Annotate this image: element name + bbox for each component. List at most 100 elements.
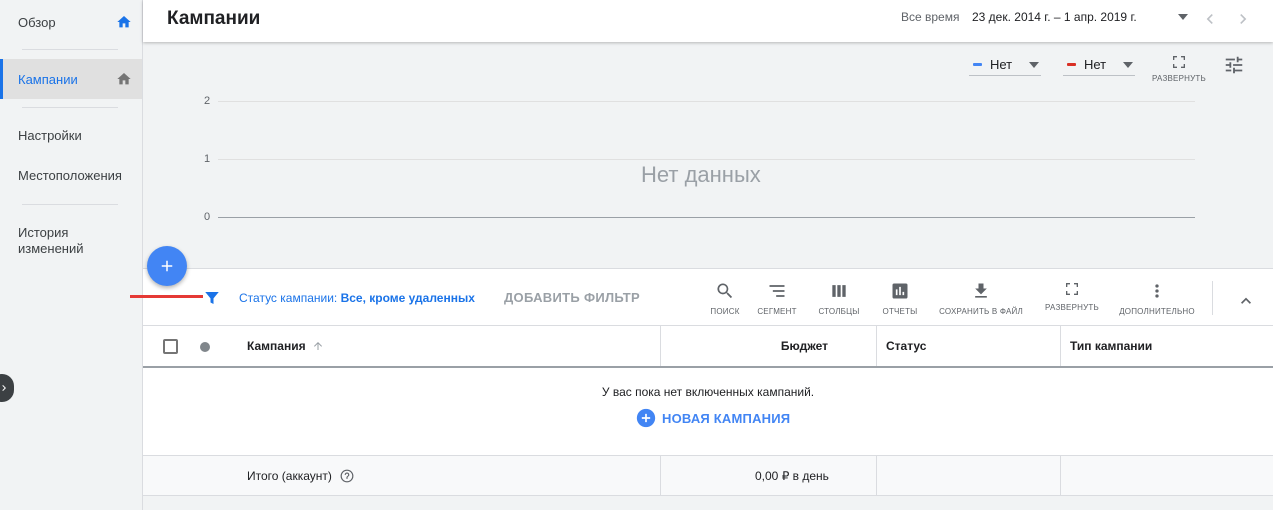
next-period-button[interactable] [1233,9,1253,29]
expand-chart-label: РАЗВЕРНУТЬ [1152,74,1206,83]
previous-period-button[interactable] [1200,9,1220,29]
campaign-status-filter[interactable]: Статус кампании: Все, кроме удаленных [239,291,475,305]
x-axis-baseline [218,217,1195,218]
column-header-label: Статус [886,339,927,353]
more-options-button[interactable]: ДОПОЛНИТЕЛЬНО [1119,281,1195,316]
caret-down-icon [1123,62,1133,68]
y-axis-tick: 2 [204,95,211,107]
expand-sidebar-button[interactable] [0,374,14,402]
create-button[interactable] [147,246,187,286]
search-icon [715,281,735,301]
total-label-text: Итого (аккаунт) [247,469,332,483]
annotation-underline [130,295,203,298]
column-divider [660,456,661,496]
caret-down-icon [1029,62,1039,68]
sidebar-item-label: Настройки [18,127,82,143]
segment-label: СЕГМЕНТ [757,307,797,316]
gridline [218,159,1195,160]
column-header-label: Бюджет [780,339,828,353]
sidebar-item-label: Местоположения [18,167,122,183]
more-options-label: ДОПОЛНИТЕЛЬНО [1119,307,1195,316]
toolbar-divider [1212,281,1213,315]
column-header-label: Кампания [247,339,306,353]
metric-selector-value: Нет [1084,57,1107,72]
nav-divider [22,49,118,50]
column-divider [876,326,877,366]
performance-chart: Нет Нет РАЗВЕРНУТЬ 2 1 0 Нет данных [143,42,1273,268]
column-divider [1060,456,1061,496]
sidebar-item-label: Обзор [18,14,56,30]
reports-label: ОТЧЕТЫ [882,307,918,316]
bar-chart-icon [890,281,910,301]
new-campaign-button[interactable]: НОВАЯ КАМПАНИЯ [630,408,790,428]
metric-color-line [1067,63,1076,66]
sidebar-item-change-history[interactable]: История изменений [0,222,120,260]
date-range-label: Все время [901,10,960,24]
sidebar-item-locations[interactable]: Местоположения [0,158,142,192]
arrow-up-icon [312,340,324,352]
caret-down-icon[interactable] [1178,14,1188,20]
y-axis-tick: 1 [204,153,211,165]
tune-icon[interactable] [1223,54,1245,76]
sidebar-item-overview[interactable]: Обзор [0,4,142,40]
columns-icon [829,281,849,301]
metric-color-line [973,63,982,66]
chevron-right-icon [0,382,10,394]
column-header-status[interactable]: Статус [886,326,926,366]
date-range-selector[interactable]: 23 дек. 2014 г. – 1 апр. 2019 г. [972,10,1137,24]
column-divider [876,456,877,496]
total-label: Итого (аккаунт) [247,469,354,483]
metric-selector-2[interactable]: Нет [1063,54,1135,76]
fullscreen-icon [1064,281,1080,297]
download-icon [971,281,991,301]
sidebar-item-settings[interactable]: Настройки [0,118,142,152]
download-button[interactable]: СОХРАНИТЬ В ФАЙЛ [939,281,1023,316]
expand-chart-button[interactable]: РАЗВЕРНУТЬ [1151,54,1207,83]
table-header: Кампания Бюджет Статус Тип кампании [143,326,1273,368]
columns-button[interactable]: СТОЛБЦЫ [815,281,863,316]
filter-value: Все, кроме удаленных [340,291,475,305]
column-header-campaign-type[interactable]: Тип кампании [1070,326,1152,366]
column-header-campaign[interactable]: Кампания [247,326,324,366]
status-dot-icon [200,342,210,352]
filter-prefix: Статус кампании: [239,291,338,305]
column-header-label: Тип кампании [1070,339,1153,353]
column-divider [1060,326,1061,366]
help-icon[interactable] [332,469,354,483]
nav-divider [22,204,118,205]
search-label: ПОИСК [710,307,740,316]
segment-icon [767,281,787,301]
table-toolbar: Статус кампании: Все, кроме удаленных ДО… [143,269,1273,326]
fullscreen-icon [1171,54,1187,70]
columns-label: СТОЛБЦЫ [818,307,860,316]
segment-button[interactable]: СЕГМЕНТ [753,281,801,316]
add-circle-icon [636,408,656,428]
sidebar-item-label: История изменений [18,225,84,256]
sidebar: Обзор Кампании Настройки Местоположения … [0,0,143,510]
chevron-up-icon[interactable] [1236,291,1256,311]
expand-table-label: РАЗВЕРНУТЬ [1045,303,1099,312]
search-button[interactable]: ПОИСК [705,281,745,316]
empty-table-message: У вас пока нет включенных кампаний. [601,385,815,399]
filter-icon[interactable] [203,289,221,307]
total-budget-value: 0,00 ₽ в день [755,469,829,483]
reports-button[interactable]: ОТЧЕТЫ [878,281,922,316]
home-icon [116,71,132,87]
sidebar-item-label: Кампании [18,71,78,87]
new-campaign-label: НОВАЯ КАМПАНИЯ [662,410,791,426]
sidebar-item-campaigns[interactable]: Кампании [0,59,142,99]
column-header-budget[interactable]: Бюджет [660,326,828,366]
y-axis-tick: 0 [204,211,211,223]
metric-selector-value: Нет [990,57,1013,72]
page-header: Кампании Все время 23 дек. 2014 г. – 1 а… [143,0,1273,42]
download-label: СОХРАНИТЬ В ФАЙЛ [939,307,1023,316]
total-row: Итого (аккаунт) 0,00 ₽ в день [143,455,1273,496]
plus-icon [158,257,176,275]
select-all-checkbox[interactable] [163,339,178,354]
nav-divider [22,107,118,108]
campaigns-table-card: Статус кампании: Все, кроме удаленных ДО… [143,268,1273,496]
expand-table-button[interactable]: РАЗВЕРНУТЬ [1043,281,1101,312]
metric-selector-1[interactable]: Нет [969,54,1041,76]
page-title: Кампании [167,8,261,29]
add-filter-button[interactable]: ДОБАВИТЬ ФИЛЬТР [504,290,640,305]
